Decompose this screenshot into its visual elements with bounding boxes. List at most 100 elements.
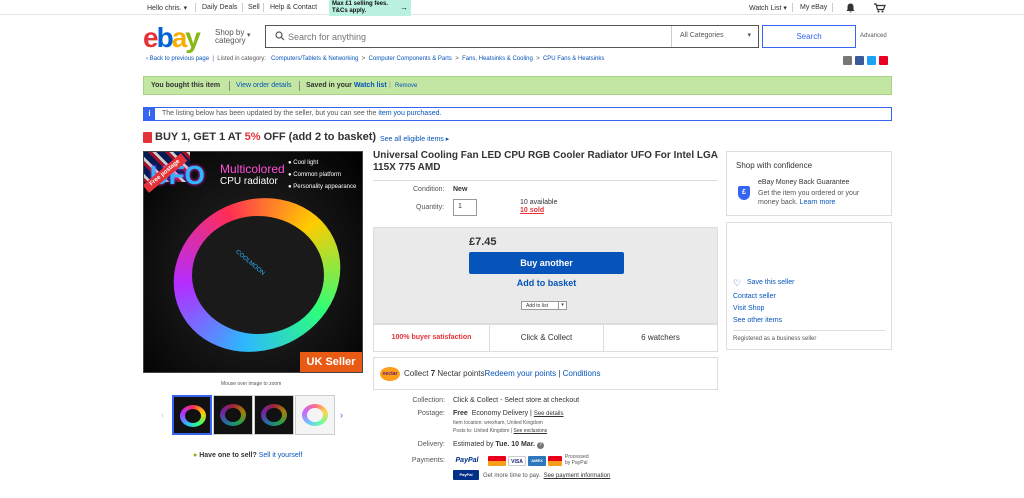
chevron-down-icon: ▾ xyxy=(783,5,787,12)
nectar-points: 7 xyxy=(430,369,436,378)
maestro-icon xyxy=(548,456,562,466)
advanced-search-link[interactable]: Advanced xyxy=(860,33,887,39)
buy-another-button[interactable]: Buy another xyxy=(469,252,624,274)
pinterest-icon[interactable] xyxy=(879,56,888,65)
offer-percent: 5% xyxy=(244,131,261,143)
thumbnail[interactable] xyxy=(254,395,294,435)
category-select[interactable]: All Categories ▾ xyxy=(671,26,759,47)
greeting-menu[interactable]: Hello chris. ▾ xyxy=(147,4,187,12)
view-order-link[interactable]: View order details xyxy=(236,82,292,89)
info-icon: i xyxy=(144,108,155,120)
bell-icon[interactable] xyxy=(846,3,855,13)
back-link[interactable]: Back to previous page xyxy=(150,56,209,62)
divider xyxy=(832,3,833,12)
purchase-status-banner: You bought this item View order details … xyxy=(143,76,892,95)
offer-suffix: OFF (add 2 to basket) xyxy=(263,131,377,143)
cart-icon[interactable] xyxy=(874,3,886,13)
my-ebay-link[interactable]: My eBay xyxy=(800,4,827,11)
contact-seller-link[interactable]: Contact seller xyxy=(733,293,776,300)
sell-link[interactable]: Sell xyxy=(248,4,260,11)
thumbnail[interactable] xyxy=(213,395,253,435)
promo-line-1: Max £1 selling fees. xyxy=(332,1,389,7)
image-bullet: ● Cool light xyxy=(288,160,319,166)
divider xyxy=(242,3,243,12)
divider xyxy=(792,3,793,12)
paypal-credit-logo: PayPal CREDIT xyxy=(453,470,479,487)
thumbnail[interactable] xyxy=(172,395,212,435)
quantity-label: Quantity: xyxy=(416,204,445,211)
listing-stats: 100% buyer satisfaction Click & Collect … xyxy=(373,324,718,352)
watch-list-text: Watch List xyxy=(749,5,782,12)
sell-question: Have one to sell? xyxy=(199,452,257,459)
image-bullet: ● Common platform xyxy=(288,172,341,178)
bullet-text: Common platform xyxy=(293,172,341,178)
breadcrumb-item[interactable]: Fans, Heatsinks & Cooling xyxy=(462,56,533,62)
add-to-basket-button[interactable]: Add to basket xyxy=(469,278,624,292)
facebook-icon[interactable] xyxy=(855,56,864,65)
search-button[interactable]: Search xyxy=(762,25,856,48)
lightbulb-icon: ● xyxy=(193,452,198,459)
remove-link[interactable]: Remove xyxy=(395,83,417,89)
product-main-image[interactable]: UFO Multicolored CPU radiator ● Cool lig… xyxy=(143,151,363,373)
watch-list-link[interactable]: Watch list xyxy=(354,82,387,89)
sold-count-link[interactable]: 10 sold xyxy=(520,207,544,214)
item-purchased-link[interactable]: item you purchased. xyxy=(378,110,441,117)
divider xyxy=(733,330,885,331)
collection-value: Click & Collect - Select store at checko… xyxy=(453,397,580,404)
search-bar: All Categories ▾ xyxy=(265,25,759,48)
buyer-satisfaction: 100% buyer satisfaction xyxy=(391,334,472,341)
condition-label: Condition: xyxy=(413,186,445,193)
heart-icon[interactable]: ♡ xyxy=(733,278,741,289)
see-details-link[interactable]: See details xyxy=(534,411,564,417)
guarantee-line-2-text: money back. xyxy=(758,199,798,206)
posts-to-text: Posts to: United Kingdom xyxy=(453,428,510,434)
offer-prefix: BUY 1, GET 1 AT xyxy=(155,131,242,143)
guarantee-title: eBay Money Back Guarantee xyxy=(758,179,850,186)
ebay-logo[interactable]: ebay xyxy=(143,24,201,52)
saved-text: Saved in your Watch list xyxy=(306,82,387,89)
shield-icon: £ xyxy=(738,186,750,200)
breadcrumb-item[interactable]: Computer Components & Parts xyxy=(369,56,452,62)
see-other-items-link[interactable]: See other items xyxy=(733,317,782,324)
search-input[interactable] xyxy=(288,26,668,47)
redeem-points-link[interactable]: Redeem your points xyxy=(485,369,557,378)
image-multicolored-text: Multicolored xyxy=(220,162,285,176)
breadcrumb-item[interactable]: CPU Fans & Heatsinks xyxy=(543,56,604,62)
listed-in-label: Listed in category: xyxy=(217,56,266,62)
daily-deals-link[interactable]: Daily Deals xyxy=(202,4,237,11)
help-icon[interactable]: ? xyxy=(536,442,544,449)
watch-list-menu[interactable]: Watch List ▾ xyxy=(749,4,787,12)
more-time-text: Get more time to pay. xyxy=(483,473,541,479)
saved-prefix: Saved in your xyxy=(306,82,352,89)
learn-more-link[interactable]: Learn more xyxy=(800,199,836,206)
points-label: Nectar points xyxy=(437,369,485,378)
save-seller-link[interactable]: Save this seller xyxy=(747,279,794,286)
email-share-icon[interactable] xyxy=(843,56,852,65)
promo-banner[interactable]: Max £1 selling fees. T&Cs apply. → xyxy=(329,0,411,16)
add-to-list-label: Add to list xyxy=(526,303,548,309)
see-exclusions-link[interactable]: See exclusions xyxy=(514,428,548,434)
shop-by-category-button[interactable]: Shop by category ▾ xyxy=(215,29,251,45)
bought-text: You bought this item xyxy=(151,82,221,89)
sell-it-yourself-link[interactable]: Sell it yourself xyxy=(259,452,303,459)
breadcrumb-item[interactable]: Computers/Tablets & Networking xyxy=(271,56,358,62)
quantity-input[interactable]: 1 xyxy=(453,199,477,216)
postage-label: Postage: xyxy=(417,410,445,417)
see-eligible-items-link[interactable]: See all eligible items ▸ xyxy=(380,135,449,143)
twitter-icon[interactable] xyxy=(867,56,876,65)
help-contact-link[interactable]: Help & Contact xyxy=(270,4,317,11)
add-to-list-dropdown[interactable]: Add to list ▾ xyxy=(521,301,567,310)
chevron-right-icon[interactable]: › xyxy=(340,410,343,420)
chevron-left-icon[interactable]: ‹ xyxy=(161,410,164,420)
breadcrumb: ‹ Back to previous page | Listed in cate… xyxy=(146,56,605,62)
delivery-value: Estimated by Tue. 10 Mar. ? xyxy=(453,441,544,449)
visit-shop-link[interactable]: Visit Shop xyxy=(733,305,764,312)
conditions-link[interactable]: Conditions xyxy=(563,369,601,378)
thumbnail[interactable] xyxy=(295,395,335,435)
shop-with-confidence-panel: Shop with confidence £ eBay Money Back G… xyxy=(726,151,892,216)
seller-panel: ♡ Save this seller Contact seller Visit … xyxy=(726,222,892,350)
payment-info-link[interactable]: See payment information xyxy=(544,473,611,479)
guarantee-line-2: money back. Learn more xyxy=(758,198,859,207)
credit-text: Get more time to pay. See payment inform… xyxy=(483,473,610,479)
nectar-logo: nectar xyxy=(380,367,400,381)
